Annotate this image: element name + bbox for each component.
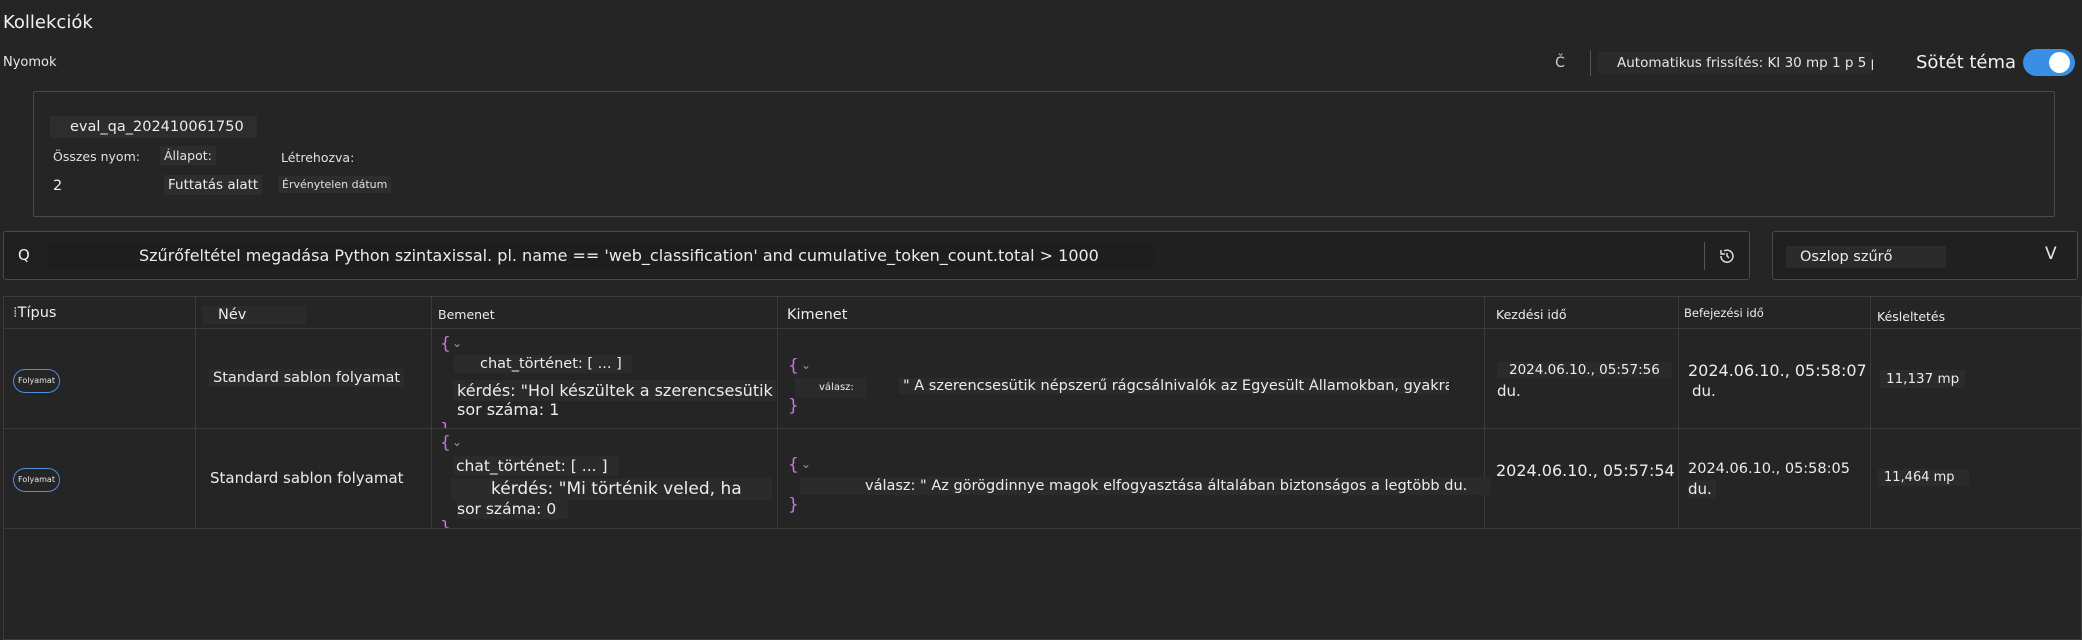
auto-refresh-control[interactable]: Automatikus frissítés: KI 30 mp 1 p 5 p bbox=[1598, 52, 1873, 74]
type-badge: Folyamat bbox=[13, 369, 60, 393]
chevron-down-icon[interactable]: ⌄ bbox=[452, 435, 462, 449]
latency: 11,464 mp bbox=[1878, 469, 1969, 486]
column-header-start[interactable]: Kezdési idő bbox=[1496, 307, 1566, 322]
filter-input[interactable]: Szűrőfeltétel megadása Python szintaxiss… bbox=[48, 243, 1155, 269]
refresh-icon[interactable]: Č bbox=[1548, 52, 1572, 74]
search-icon: Q bbox=[18, 246, 30, 264]
page-subtitle: Nyomok bbox=[3, 55, 57, 70]
filter-divider bbox=[1704, 242, 1705, 270]
end-time-suffix: du. bbox=[1692, 382, 1716, 400]
input-open-brace: { bbox=[440, 433, 451, 453]
column-header-type[interactable]: ⁞Típus bbox=[13, 305, 56, 321]
output-close-brace: } bbox=[788, 396, 799, 416]
end-time: 2024.06.10., 05:58:05 bbox=[1688, 461, 1850, 477]
input-question: kérdés: "Mi történik veled, ha bbox=[451, 478, 772, 500]
input-close-brace: } bbox=[440, 518, 451, 528]
column-header-latency[interactable]: Késleltetés bbox=[1877, 309, 1945, 324]
page-title: Kollekciók bbox=[3, 12, 93, 33]
end-time-suffix: du. bbox=[1688, 480, 1716, 498]
input-line-number: sor száma: 0 bbox=[457, 499, 569, 519]
column-header-output[interactable]: Kimenet bbox=[787, 307, 847, 323]
input-chat-history: chat_történet: [ ... ] bbox=[454, 355, 632, 373]
output-close-brace: } bbox=[788, 495, 799, 515]
output-open-brace: { bbox=[788, 356, 799, 376]
toolbar-divider bbox=[1590, 50, 1591, 76]
trace-name[interactable]: Standard sablon folyamat bbox=[209, 369, 405, 387]
start-time-suffix: du. bbox=[1497, 382, 1521, 400]
input-close-brace: } bbox=[440, 420, 451, 428]
status-value: Futtatás alatt bbox=[164, 175, 263, 195]
chevron-down-icon[interactable]: V bbox=[2045, 244, 2057, 264]
input-line-number: sor száma: 1 bbox=[457, 400, 560, 419]
row-divider bbox=[3, 528, 2082, 529]
column-header-end[interactable]: Befejezési idő bbox=[1684, 306, 1764, 320]
chevron-down-icon[interactable]: ⌄ bbox=[801, 457, 811, 471]
latency: 11,137 mp bbox=[1880, 370, 1966, 388]
input-question: kérdés: "Hol készültek a szerencsesütik bbox=[453, 380, 776, 401]
chevron-down-icon[interactable]: ⌄ bbox=[801, 358, 811, 372]
created-label: Létrehozva: bbox=[281, 150, 355, 165]
toggle-knob bbox=[2049, 52, 2070, 73]
column-filter-label: Oszlop szűrő bbox=[1786, 246, 1946, 268]
input-open-brace: { bbox=[440, 334, 451, 354]
dark-theme-label: Sötét téma bbox=[1916, 52, 2017, 73]
start-time: 2024.06.10., 05:57:56 bbox=[1497, 362, 1672, 378]
total-traces-label: Összes nyom: bbox=[53, 149, 140, 164]
chevron-down-icon[interactable]: ⌄ bbox=[452, 336, 462, 350]
output-key: válasz: bbox=[795, 378, 866, 398]
end-time: 2024.06.10., 05:58:07 bbox=[1688, 361, 1867, 380]
run-id: eval_qa_202410061750 bbox=[50, 116, 257, 138]
status-label: Állapot: bbox=[160, 146, 216, 165]
created-value: Érvénytelen dátum bbox=[278, 176, 392, 193]
history-icon[interactable] bbox=[1716, 245, 1738, 267]
start-time: 2024.06.10., 05:57:54 bbox=[1496, 461, 1675, 480]
column-header-input[interactable]: Bemenet bbox=[438, 307, 495, 322]
output-value: " A szerencsesütik népszerű rágcsálnival… bbox=[899, 378, 1449, 394]
type-badge: Folyamat bbox=[13, 468, 60, 492]
column-header-name[interactable]: Név bbox=[202, 306, 307, 324]
input-chat-history: chat_történet: [ ... ] bbox=[454, 456, 618, 476]
output-open-brace: { bbox=[788, 455, 799, 475]
trace-name[interactable]: Standard sablon folyamat bbox=[210, 469, 404, 487]
output-value: válasz: " Az görögdinnye magok elfogyasz… bbox=[800, 477, 1490, 495]
total-traces-value: 2 bbox=[53, 178, 63, 194]
